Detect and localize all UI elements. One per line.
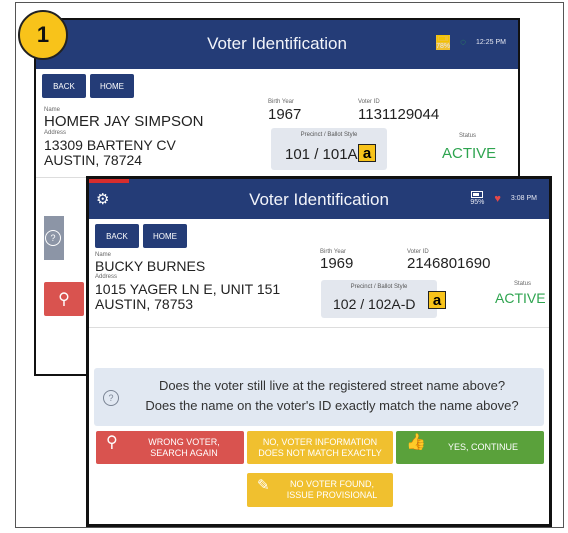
yes-continue-label: YES, CONTINUE	[447, 442, 518, 452]
birth-year-label: Birth Year	[268, 99, 295, 105]
question-line-1: Does the voter still live at the registe…	[158, 378, 506, 393]
callout-a: a	[358, 144, 376, 162]
divider	[89, 327, 549, 328]
precinct-label: Precinct / Ballot Style	[300, 132, 358, 138]
device-status: 95% ♥ 3:08 PM	[470, 191, 537, 206]
training-banner	[89, 179, 129, 183]
precinct-label: Precinct / Ballot Style	[350, 284, 408, 290]
status-label: Status	[459, 133, 477, 139]
verification-question: ? Does the voter still live at the regis…	[94, 368, 544, 426]
address-line-1: 13309 BARTENY CV	[44, 137, 176, 153]
address-line-2: AUSTIN, 78724	[44, 152, 143, 168]
voter-id-label: Voter ID	[358, 99, 380, 105]
help-icon: ?	[45, 230, 61, 246]
wrong-voter-line-2: SEARCH AGAIN	[150, 447, 218, 458]
wrong-voter-button[interactable]: ⚲ WRONG VOTER, SEARCH AGAIN	[96, 431, 244, 464]
heart-icon: ♥	[494, 192, 501, 205]
back-button[interactable]: BACK	[42, 74, 86, 98]
wifi-icon: ◌	[460, 37, 467, 48]
nav-buttons: BACK HOME	[36, 69, 518, 98]
magnifier-icon: ⚲	[106, 434, 118, 451]
voter-name: BUCKY BURNES	[95, 258, 206, 274]
question-panel-edge: ?	[44, 216, 64, 260]
battery-icon: 78%	[436, 35, 451, 50]
address-label: Address	[44, 130, 67, 136]
device-status: 78% ◌ 12:25 PM	[436, 35, 506, 50]
address-line-2: AUSTIN, 78753	[95, 296, 194, 312]
status-badge: ACTIVE	[495, 290, 546, 306]
provisional-line-1: NO VOTER FOUND,	[289, 479, 374, 489]
home-button[interactable]: HOME	[143, 224, 187, 248]
callout-a: a	[428, 291, 446, 309]
header-bar: ⚙ Voter Identification 95% ♥ 3:08 PM	[89, 179, 549, 219]
precinct-value: 102 / 102A-D	[333, 296, 416, 312]
address-line-1: 1015 YAGER LN E, UNIT 151	[95, 281, 281, 297]
battery-level: 95%	[470, 199, 485, 206]
wrong-voter-line-1: WRONG VOTER,	[148, 436, 220, 447]
battery-level: 78%	[436, 43, 451, 50]
voter-identification-screen-2: ⚙ Voter Identification 95% ♥ 3:08 PM BAC…	[86, 176, 552, 527]
info-mismatch-line-2: DOES NOT MATCH EXACTLY	[258, 447, 382, 458]
status-label: Status	[514, 281, 532, 287]
pencil-icon: ✎	[257, 477, 270, 494]
provisional-line-2: ISSUE PROVISIONAL	[286, 490, 378, 500]
address-label: Address	[95, 274, 118, 280]
back-button[interactable]: BACK	[95, 224, 139, 248]
question-line-2: Does the name on the voter's ID exactly …	[145, 398, 519, 413]
clock: 3:08 PM	[510, 195, 537, 202]
voter-id: 2146801690	[407, 255, 491, 272]
birth-year: 1967	[268, 106, 302, 123]
voter-id: 1131129044	[358, 106, 440, 123]
wrong-voter-button-edge[interactable]: ⚲	[44, 282, 84, 316]
step-badge: 1	[18, 10, 68, 60]
nav-buttons: BACK HOME	[89, 219, 549, 248]
header-bar: Voter Identification 78% ◌ 12:25 PM	[36, 20, 518, 69]
yes-continue-button[interactable]: 👍 YES, CONTINUE	[396, 431, 544, 464]
info-mismatch-button[interactable]: NO, VOTER INFORMATION DOES NOT MATCH EXA…	[247, 431, 393, 464]
birth-year: 1969	[320, 255, 354, 272]
thumbs-up-icon: 👍	[406, 434, 426, 451]
voter-name: HOMER JAY SIMPSON	[44, 113, 204, 130]
battery-icon: 95%	[470, 191, 484, 206]
status-badge: ACTIVE	[442, 145, 497, 162]
magnifier-icon: ⚲	[58, 290, 70, 308]
issue-provisional-button[interactable]: ✎ NO VOTER FOUND, ISSUE PROVISIONAL	[247, 473, 393, 507]
precinct-panel: Precinct / Ballot Style 102 / 102A-D	[321, 280, 437, 318]
clock: 12:25 PM	[476, 39, 506, 46]
home-button[interactable]: HOME	[90, 74, 134, 98]
help-icon: ?	[103, 390, 119, 406]
info-mismatch-line-1: NO, VOTER INFORMATION	[262, 436, 378, 447]
